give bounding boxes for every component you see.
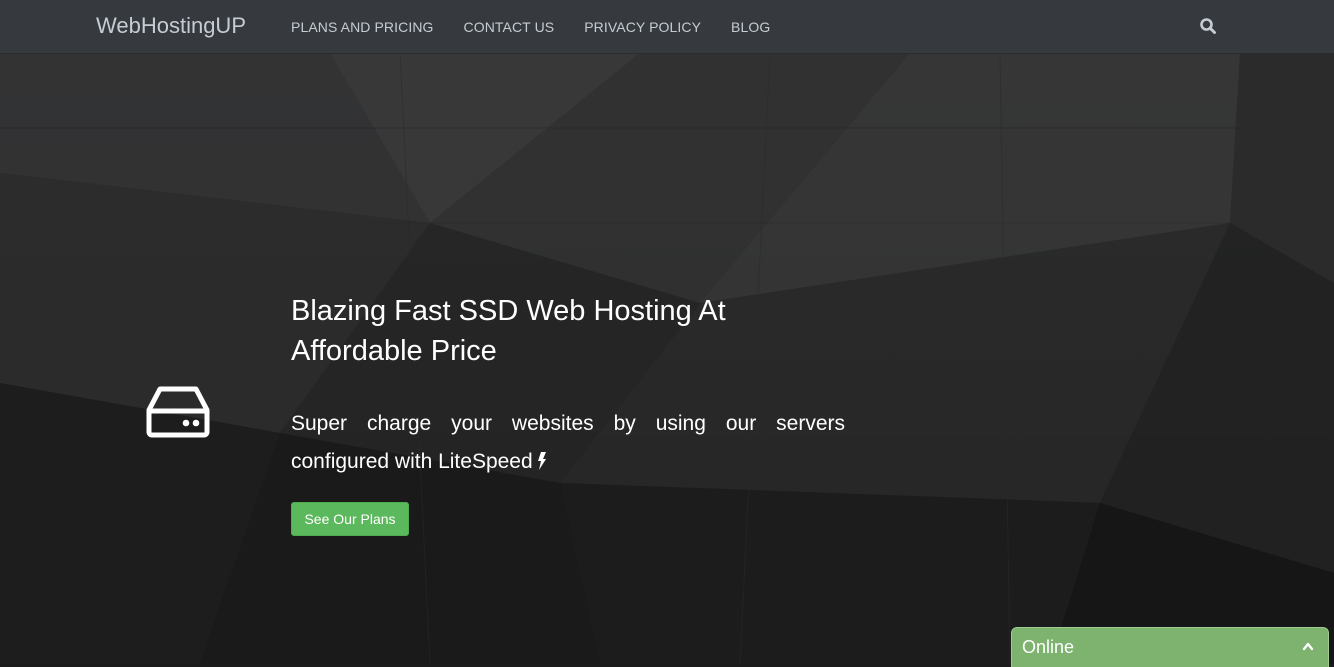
see-our-plans-button[interactable]: See Our Plans	[291, 502, 409, 536]
live-chat-widget[interactable]: Online	[1011, 627, 1329, 667]
nav-link-plans-and-pricing[interactable]: PLANS AND PRICING	[291, 19, 434, 35]
nav-link-privacy-policy[interactable]: PRIVACY POLICY	[584, 19, 701, 35]
search-icon	[1200, 18, 1216, 34]
chevron-up-icon[interactable]	[1302, 640, 1314, 652]
chat-status-label: Online	[1022, 637, 1075, 657]
brand-logo-link[interactable]: WebHostingUP	[96, 13, 246, 39]
search-button[interactable]	[1199, 17, 1217, 35]
nav-link-blog[interactable]: BLOG	[731, 19, 770, 35]
hero-section: Blazing Fast SSD Web Hosting At Affordab…	[0, 53, 1334, 664]
hero-headline: Blazing Fast SSD Web Hosting At Affordab…	[291, 295, 726, 367]
top-navbar: WebHostingUP PLANS AND PRICING CONTACT U…	[0, 0, 1334, 54]
nav-links: PLANS AND PRICING CONTACT US PRIVACY POL…	[291, 0, 800, 53]
hero-subtext: Super charge your websites by using our …	[291, 405, 845, 481]
hero-subtext-text: Super charge your websites by using our …	[291, 412, 845, 473]
nav-link-contact-us[interactable]: CONTACT US	[464, 19, 555, 35]
bolt-icon	[537, 452, 546, 470]
server-hdd-icon	[146, 386, 210, 438]
